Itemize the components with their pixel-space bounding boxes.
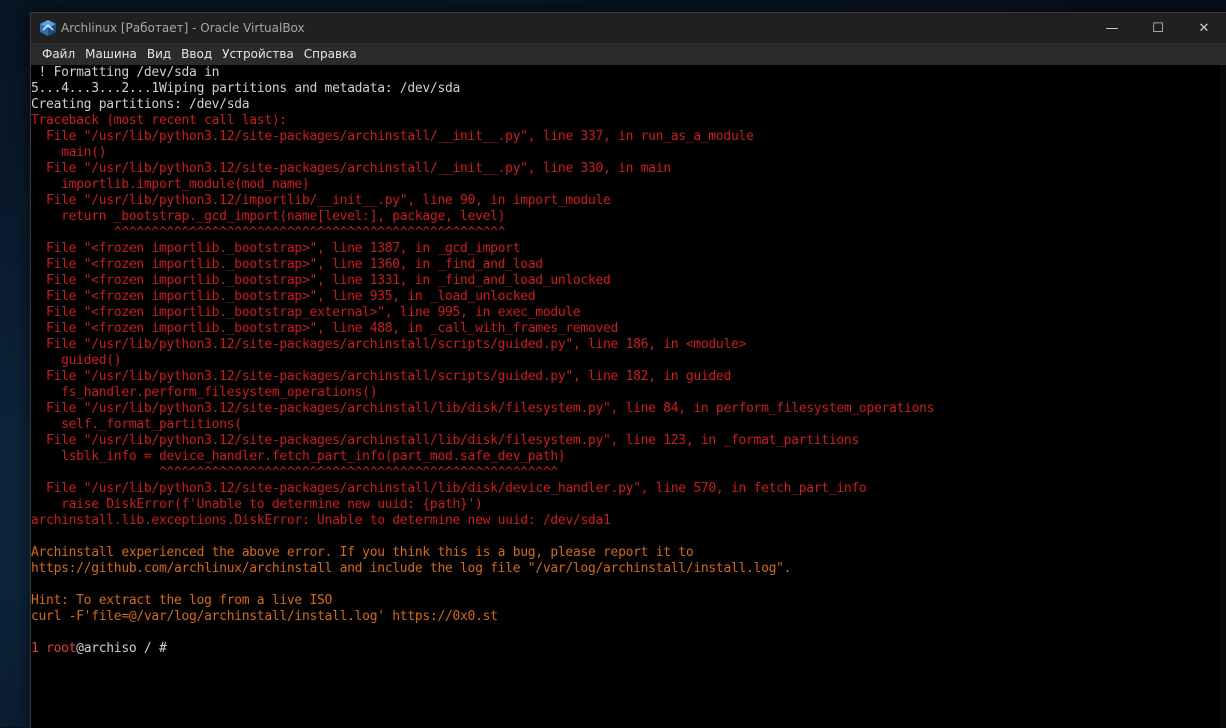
terminal-line: self._format_partitions( (31, 417, 242, 432)
terminal-line: File "<frozen importlib._bootstrap>", li… (31, 257, 543, 272)
terminal-line: File "/usr/lib/python3.12/importlib/__in… (31, 193, 611, 208)
terminal-line: File "/usr/lib/python3.12/site-packages/… (31, 481, 867, 496)
menu-file[interactable]: Файл (37, 43, 80, 65)
terminal-line: File "<frozen importlib._bootstrap>", li… (31, 273, 611, 288)
terminal-line: Archinstall experienced the above error.… (31, 545, 694, 560)
maximize-button[interactable]: ☐ (1135, 13, 1181, 43)
terminal-line: File "<frozen importlib._bootstrap>", li… (31, 321, 619, 336)
terminal-line: Creating partitions: /dev/sda (31, 97, 250, 112)
terminal-line: https://github.com/archlinux/archinstall… (31, 561, 792, 576)
terminal-line: 5...4...3...2...1Wiping partitions and m… (31, 81, 461, 96)
terminal-line: File "/usr/lib/python3.12/site-packages/… (31, 401, 935, 416)
title-bar[interactable]: Archlinux [Работает] - Oracle VirtualBox… (31, 13, 1226, 43)
virtualbox-icon (40, 20, 56, 36)
terminal-line: Traceback (most recent call last): (31, 113, 287, 128)
terminal-line: File "/usr/lib/python3.12/site-packages/… (31, 161, 671, 176)
terminal-line: guided() (31, 353, 122, 368)
terminal-line: Hint: To extract the log from a live ISO (31, 593, 333, 608)
terminal-line: File "/usr/lib/python3.12/site-packages/… (31, 433, 859, 448)
terminal-line: ^^^^^^^^^^^^^^^^^^^^^^^^^^^^^^^^^^^^^^^^… (31, 465, 558, 480)
prompt-host-path: @archiso / # (76, 641, 175, 656)
window-controls: — ☐ ✕ (1089, 13, 1226, 43)
vm-screen[interactable]: ! Formatting /dev/sda in 5...4...3...2...… (31, 65, 1226, 728)
terminal-line: importlib.import_module(mod_name) (31, 177, 310, 192)
virtualbox-window: Archlinux [Работает] - Oracle VirtualBox… (30, 12, 1226, 728)
terminal-line: lsblk_info = device_handler.fetch_part_i… (31, 449, 566, 464)
menu-view[interactable]: Вид (142, 43, 176, 65)
menu-input[interactable]: Ввод (176, 43, 217, 65)
terminal-line: archinstall.lib.exceptions.DiskError: Un… (31, 513, 611, 528)
terminal-line: File "<frozen importlib._bootstrap_exter… (31, 305, 581, 320)
menu-help[interactable]: Справка (299, 43, 362, 65)
terminal-output[interactable]: ! Formatting /dev/sda in 5...4...3...2...… (31, 65, 1217, 657)
terminal-line: File "/usr/lib/python3.12/site-packages/… (31, 369, 731, 384)
scrollbar[interactable] (1220, 65, 1226, 728)
terminal-line: ^^^^^^^^^^^^^^^^^^^^^^^^^^^^^^^^^^^^^^^^… (31, 225, 506, 240)
terminal-line: File "<frozen importlib._bootstrap>", li… (31, 289, 536, 304)
terminal-line: main() (31, 145, 107, 160)
terminal-line: File "<frozen importlib._bootstrap>", li… (31, 241, 521, 256)
terminal-line: ! Formatting /dev/sda in (31, 65, 220, 80)
close-button[interactable]: ✕ (1181, 13, 1226, 43)
terminal-line: fs_handler.perform_filesystem_operations… (31, 385, 378, 400)
prompt-user: root (46, 641, 77, 656)
terminal-line: File "/usr/lib/python3.12/site-packages/… (31, 129, 754, 144)
terminal-line: File "/usr/lib/python3.12/site-packages/… (31, 337, 747, 352)
terminal-line: curl -F'file=@/var/log/archinstall/insta… (31, 609, 498, 624)
prompt-exit-code: 1 (31, 641, 39, 656)
menu-machine[interactable]: Машина (80, 43, 142, 65)
window-title: Archlinux [Работает] - Oracle VirtualBox (61, 21, 305, 35)
terminal-line: return _bootstrap._gcd_import(name[level… (31, 209, 506, 224)
terminal-line: raise DiskError(f'Unable to determine ne… (31, 497, 483, 512)
shell-prompt[interactable]: 1 root@archiso / # (31, 641, 1217, 657)
menu-bar: Файл Машина Вид Ввод Устройства Справка (31, 43, 1226, 65)
minimize-button[interactable]: — (1089, 13, 1135, 43)
menu-devices[interactable]: Устройства (217, 43, 299, 65)
